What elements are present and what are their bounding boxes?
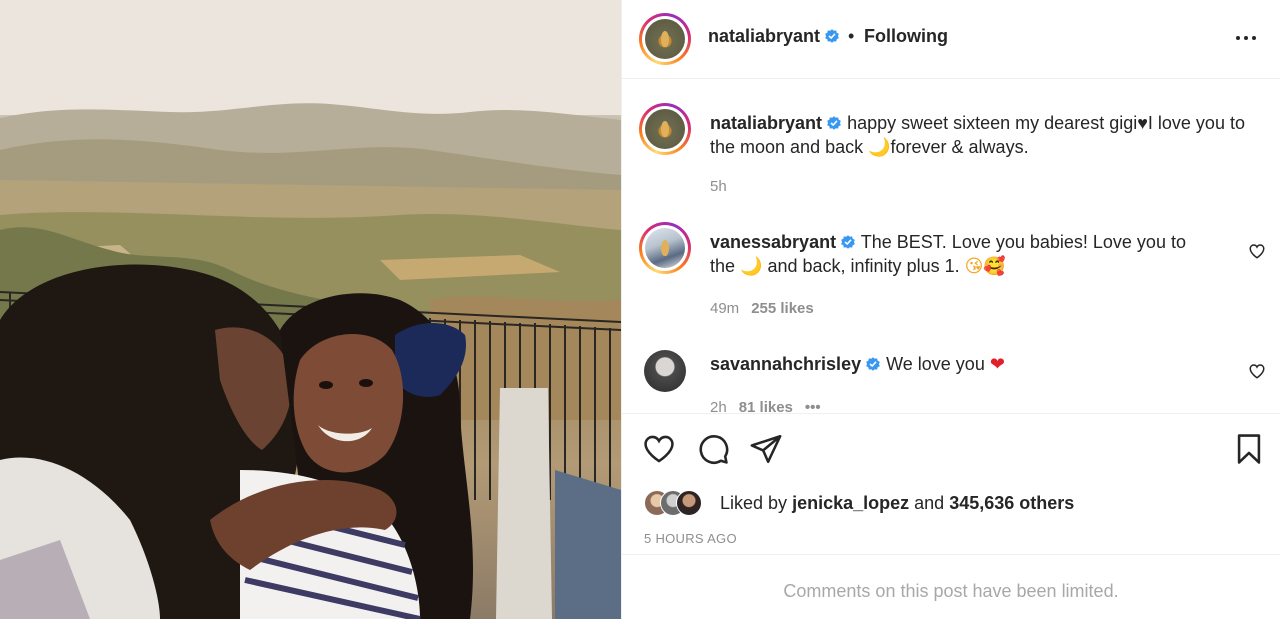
- post-photo[interactable]: [0, 0, 621, 619]
- instagram-post: nataliabryant • Following nataliabryant …: [0, 0, 1280, 619]
- comment-icon[interactable]: [696, 432, 730, 466]
- comments-limited-notice: Comments on this post have been limited.: [622, 554, 1280, 619]
- header-separator: •: [848, 26, 855, 46]
- header-avatar[interactable]: [639, 13, 691, 65]
- post-sidebar: nataliabryant • Following nataliabryant …: [621, 0, 1280, 619]
- liked-by-user[interactable]: jenicka_lopez: [792, 493, 909, 513]
- comment-text: savannahchrisley We love you ❤: [710, 354, 1005, 375]
- header-username[interactable]: nataliabryant: [708, 26, 840, 47]
- liked-by-avatars[interactable]: [644, 490, 716, 516]
- moon-emoji: 🌙: [740, 256, 763, 277]
- post-actions: Liked by jenicka_lopez and 345,636 other…: [622, 414, 1280, 554]
- liked-by-text: Liked by jenicka_lopez and 345,636 other…: [720, 493, 1075, 513]
- comment-text: vanessabryant The BEST. Love you babies!…: [710, 232, 1186, 277]
- avatar: [676, 490, 702, 516]
- share-icon[interactable]: [749, 432, 783, 466]
- verified-badge-icon: [866, 357, 880, 371]
- verified-badge-icon: [841, 235, 855, 249]
- comment-avatar-savannahchrisley[interactable]: [644, 350, 686, 392]
- caption-time[interactable]: 5h: [710, 178, 727, 195]
- comment-username[interactable]: vanessabryant: [710, 232, 836, 252]
- following-button[interactable]: Following: [864, 26, 948, 47]
- post-header: nataliabryant • Following: [622, 0, 1280, 79]
- comment-username[interactable]: savannahchrisley: [710, 354, 861, 374]
- caption-username[interactable]: nataliabryant: [710, 113, 822, 133]
- comment-meta: 49m 255 likes: [710, 300, 814, 317]
- comment-heart-icon[interactable]: [1248, 362, 1266, 380]
- likes-count[interactable]: 345,636 others: [949, 493, 1074, 513]
- comment-time[interactable]: 2h: [710, 399, 727, 413]
- verified-badge-icon: [825, 29, 839, 43]
- comment-meta: 2h 81 likes •••: [710, 399, 821, 413]
- comment-more-icon[interactable]: •••: [805, 399, 821, 413]
- face-emojis: 😘🥰: [964, 256, 1006, 277]
- avatar-image: [645, 228, 685, 268]
- avatar-image: [645, 109, 685, 149]
- more-options-icon[interactable]: [1234, 26, 1258, 50]
- bookmark-icon[interactable]: [1232, 432, 1266, 466]
- comment-likes[interactable]: 81 likes: [739, 399, 793, 413]
- caption-text: nataliabryant happy sweet sixteen my dea…: [710, 111, 1265, 159]
- post-photo-illustration: [0, 0, 621, 619]
- verified-badge-icon: [827, 116, 841, 130]
- comment-time[interactable]: 49m: [710, 300, 739, 317]
- comments-section[interactable]: nataliabryant happy sweet sixteen my dea…: [622, 79, 1280, 414]
- red-heart-emoji: ❤: [989, 354, 1005, 375]
- heart-icon[interactable]: [642, 432, 676, 466]
- caption-avatar[interactable]: [639, 103, 691, 155]
- avatar-image: [645, 19, 685, 59]
- comment-likes[interactable]: 255 likes: [751, 300, 814, 317]
- comment-avatar-vanessabryant[interactable]: [639, 222, 691, 274]
- comment-heart-icon[interactable]: [1248, 242, 1266, 260]
- post-timestamp[interactable]: 5 HOURS AGO: [644, 531, 737, 546]
